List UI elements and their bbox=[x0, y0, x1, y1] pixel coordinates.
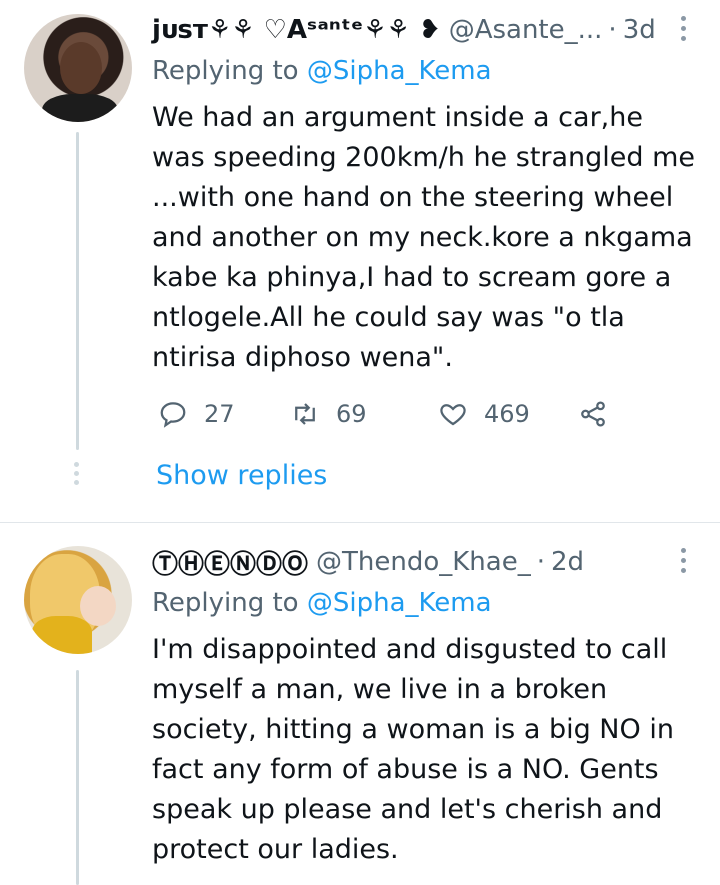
mention-link[interactable]: @Sipha_Kema bbox=[307, 56, 492, 86]
show-replies-link[interactable]: Show replies bbox=[156, 460, 327, 491]
more-options-icon[interactable] bbox=[680, 16, 688, 44]
replying-prefix: Replying to bbox=[152, 588, 299, 618]
mention-link[interactable]: @Sipha_Kema bbox=[307, 588, 492, 618]
share-button[interactable] bbox=[578, 396, 624, 432]
reply-button[interactable]: 27 bbox=[158, 396, 235, 432]
thread-line bbox=[76, 670, 79, 885]
separator-dot: · bbox=[536, 547, 545, 577]
tweet-header: ⓉⒽⒺⓃⒹⓄ @Thendo_Khae_ · 2d bbox=[152, 544, 584, 580]
like-icon bbox=[440, 404, 466, 426]
retweet-button[interactable]: 69 bbox=[290, 396, 367, 432]
reply-count: 27 bbox=[204, 400, 235, 428]
tweet-text: We had an argument inside a car,he was s… bbox=[152, 102, 696, 373]
more-options-icon[interactable] bbox=[680, 548, 688, 576]
author-handle[interactable]: @Asante_... bbox=[449, 15, 603, 45]
retweet-count: 69 bbox=[336, 400, 367, 428]
tweet[interactable]: ⓉⒽⒺⓃⒹⓄ @Thendo_Khae_ · 2d Replying to @S… bbox=[0, 522, 720, 885]
share-icon bbox=[581, 401, 605, 427]
author-handle[interactable]: @Thendo_Khae_ bbox=[316, 547, 531, 577]
replying-to: Replying to @Sipha_Kema bbox=[152, 56, 492, 86]
replying-prefix: Replying to bbox=[152, 56, 299, 86]
tweet-actions: 27 69 469 bbox=[158, 396, 628, 432]
reply-icon bbox=[160, 402, 186, 428]
thread-line bbox=[76, 132, 79, 450]
retweet-icon bbox=[295, 403, 315, 425]
separator-dot: · bbox=[608, 15, 617, 45]
timestamp[interactable]: 3d bbox=[623, 15, 656, 45]
timestamp[interactable]: 2d bbox=[551, 547, 584, 577]
author-name[interactable]: ⓉⒽⒺⓃⒹⓄ bbox=[152, 544, 308, 581]
avatar-shirt bbox=[42, 94, 118, 122]
thread-dots bbox=[74, 462, 80, 489]
like-count: 469 bbox=[484, 400, 530, 428]
replying-to: Replying to @Sipha_Kema bbox=[152, 588, 492, 618]
avatar[interactable] bbox=[24, 14, 132, 122]
tweet-text: I'm disappointed and disgusted to call m… bbox=[152, 634, 674, 865]
avatar-shirt bbox=[32, 616, 92, 654]
author-name[interactable]: jᴜsᴛ⚘⚘ ♡Aˢᵃⁿᵗᵉ⚘⚘ ❥ bbox=[152, 15, 441, 45]
avatar-face bbox=[60, 42, 102, 94]
tweet-header: jᴜsᴛ⚘⚘ ♡Aˢᵃⁿᵗᵉ⚘⚘ ❥ @Asante_... · 3d bbox=[152, 12, 656, 48]
like-button[interactable]: 469 bbox=[438, 396, 530, 432]
avatar-baby bbox=[80, 586, 116, 626]
tweet[interactable]: jᴜsᴛ⚘⚘ ♡Aˢᵃⁿᵗᵉ⚘⚘ ❥ @Asante_... · 3d Repl… bbox=[0, 0, 720, 522]
avatar[interactable] bbox=[24, 546, 132, 654]
